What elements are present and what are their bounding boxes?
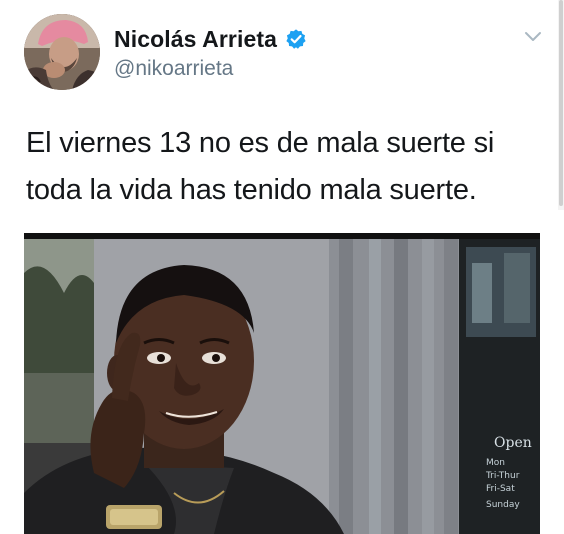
author-display-name[interactable]: Nicolás Arrieta: [114, 26, 277, 53]
verified-badge-icon: [285, 28, 307, 50]
author-info: Nicolás Arrieta @nikoarrieta: [114, 24, 307, 81]
sign-line2: Tri-Thur: [485, 471, 520, 481]
sign-open-text: Open: [494, 435, 532, 451]
scrollbar-track[interactable]: [558, 0, 564, 210]
meme-photo: Open Mon Tri-Thur Fri-Sat Sunday: [24, 233, 540, 534]
sign-line4: Sunday: [486, 500, 520, 510]
avatar-photo: [24, 14, 100, 90]
scrollbar-thumb[interactable]: [559, 0, 563, 206]
tweet-text: El viernes 13 no es de mala suerte si to…: [26, 127, 495, 206]
sign-line1: Mon: [486, 458, 505, 468]
chevron-down-icon[interactable]: [524, 30, 542, 42]
tweet-media-photo[interactable]: Open Mon Tri-Thur Fri-Sat Sunday: [24, 233, 540, 534]
author-avatar[interactable]: [24, 14, 100, 90]
sign-line3: Fri-Sat: [486, 484, 515, 494]
tweet-card: Nicolás Arrieta @nikoarrieta El viernes …: [0, 0, 564, 534]
author-handle[interactable]: @nikoarrieta: [114, 57, 307, 81]
author-name-row: Nicolás Arrieta: [114, 24, 307, 54]
